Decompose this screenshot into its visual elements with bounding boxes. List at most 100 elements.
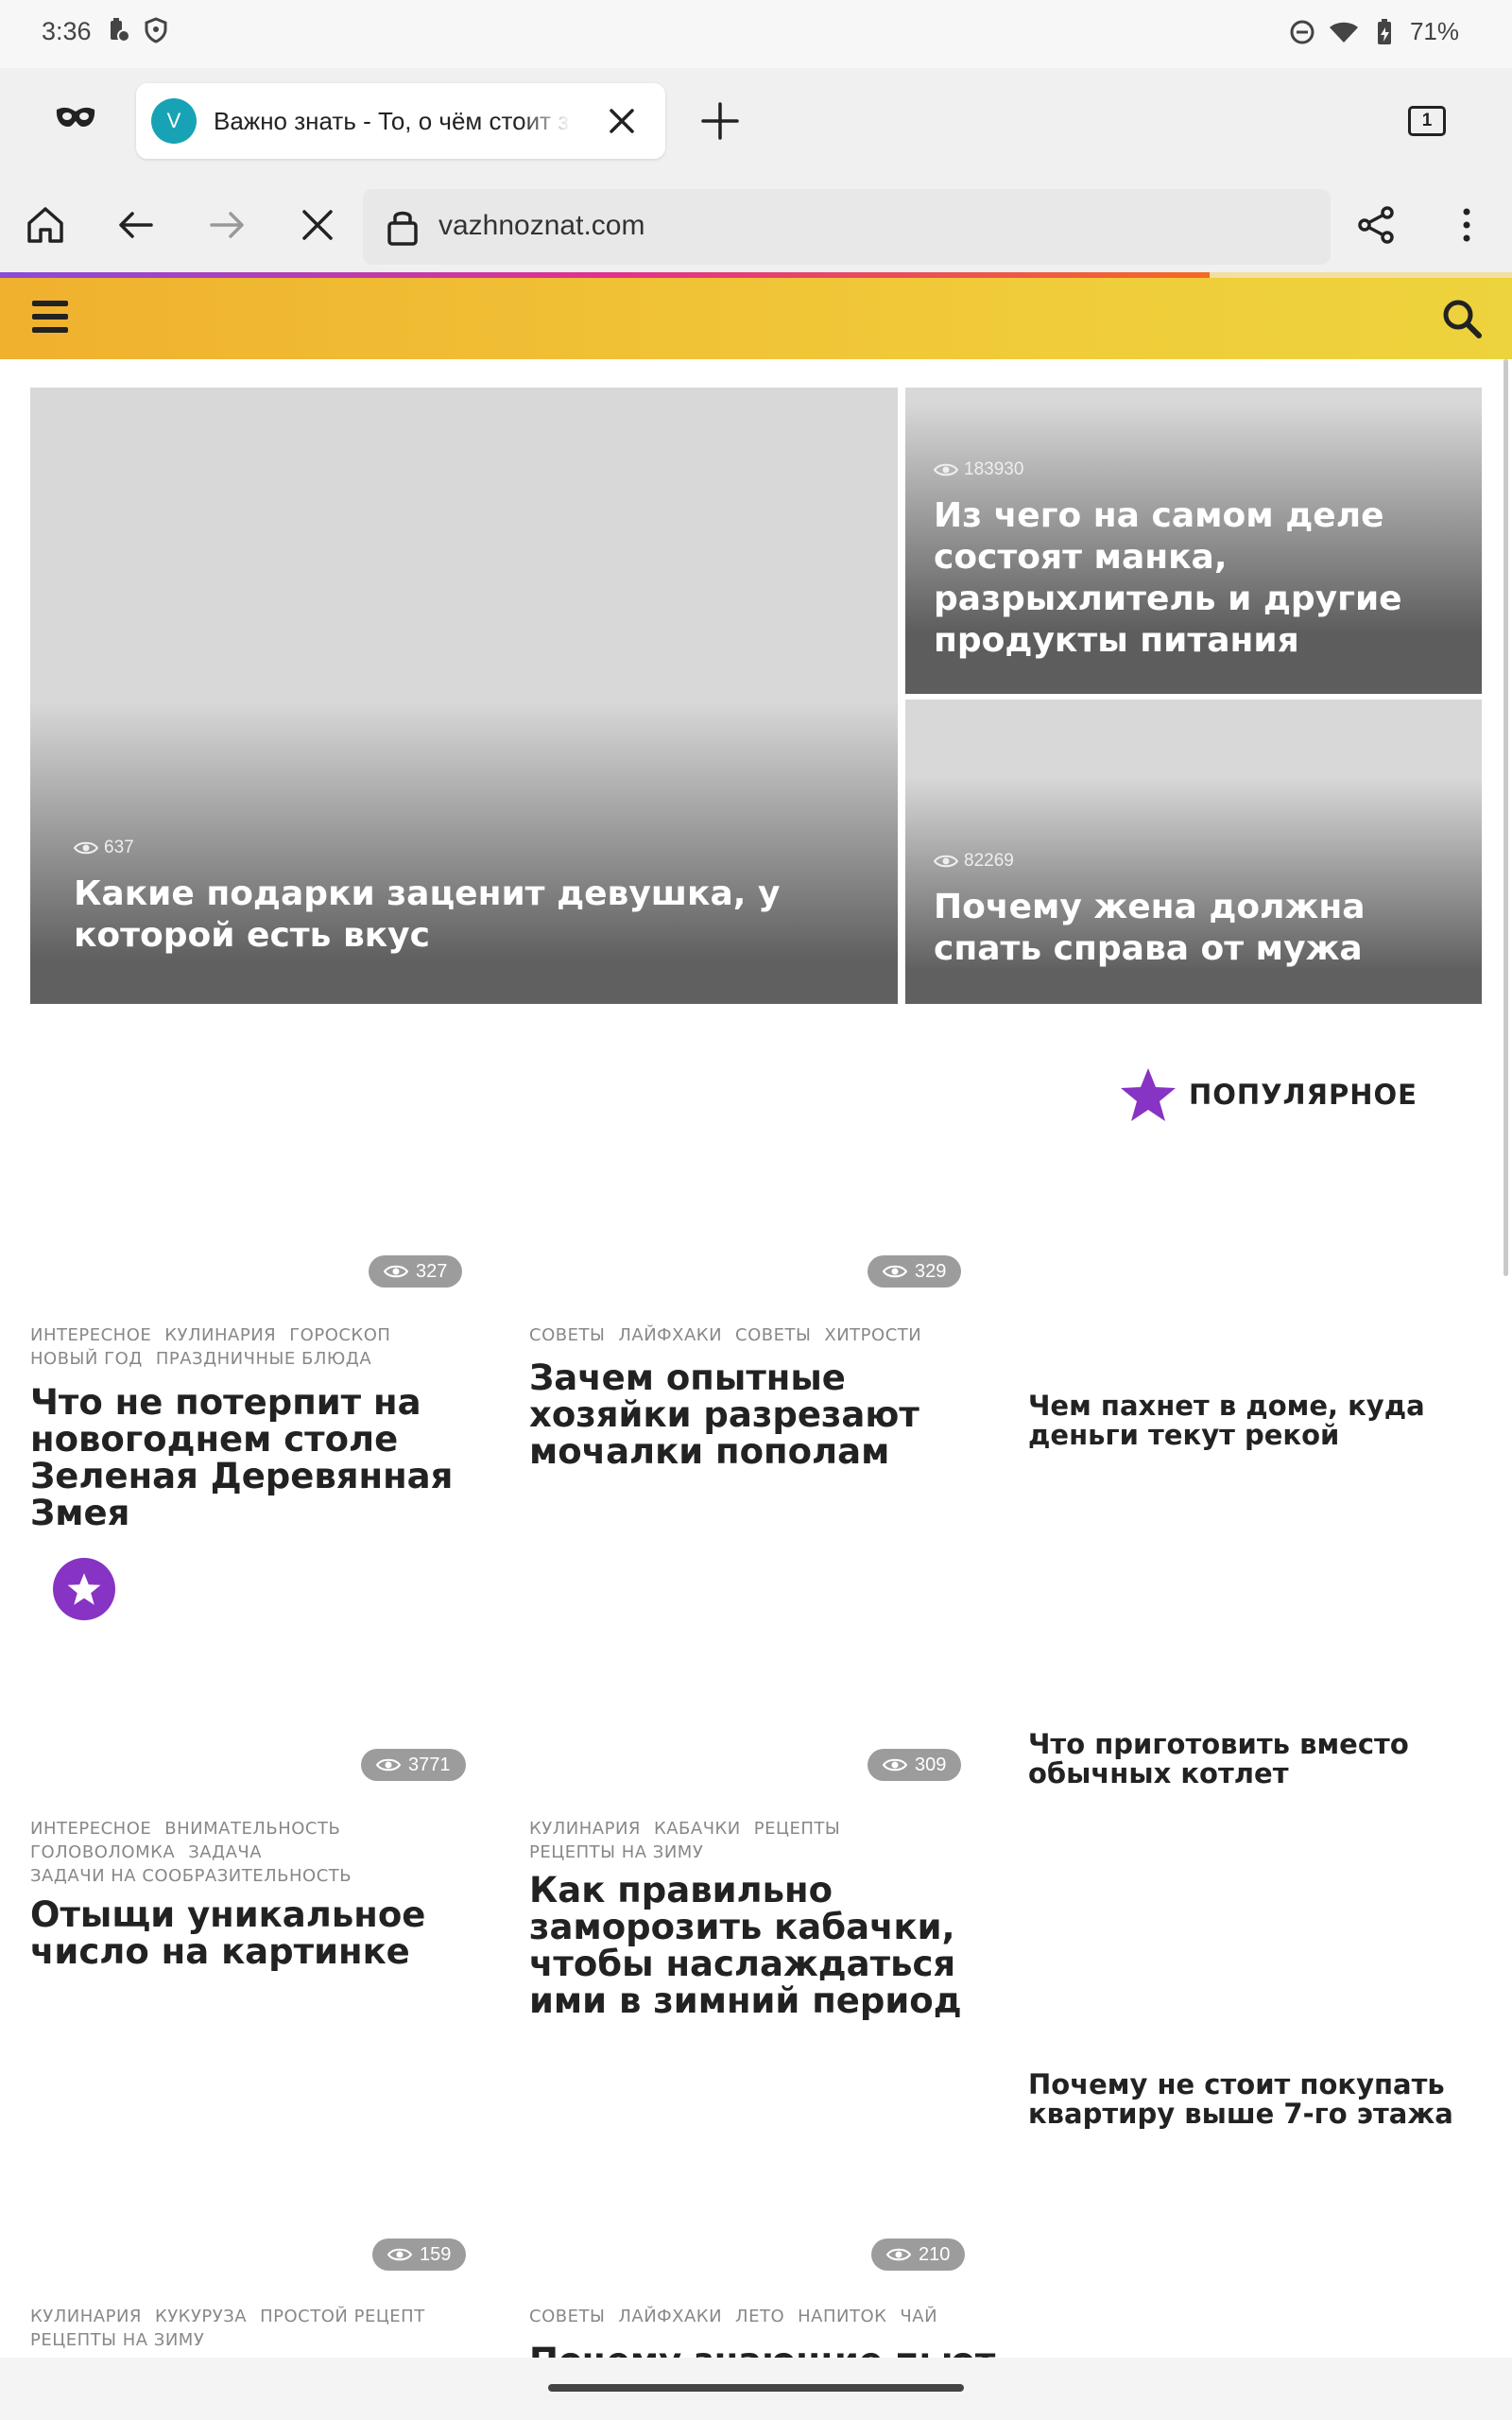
tag-link[interactable]: Задача	[188, 1841, 262, 1864]
eye-icon	[883, 1758, 907, 1772]
eye-icon	[934, 463, 958, 476]
tag-link[interactable]: Простой рецепт	[260, 2305, 425, 2328]
hero-title[interactable]: Из чего на самом деле состоят манка, раз…	[934, 495, 1463, 662]
hero-main[interactable]: 637 Какие подарки заценит девушка, у кот…	[30, 388, 898, 1004]
eye-icon	[934, 855, 958, 868]
tag-link[interactable]: Кулинария	[164, 1323, 276, 1347]
tag-link[interactable]: Лайфхаки	[618, 1323, 722, 1347]
tag-list: Советы Лайфхаки Лето Напиток Чай	[529, 2305, 992, 2328]
views-badge: 210	[871, 2238, 966, 2271]
search-icon[interactable]	[1440, 297, 1484, 340]
status-bar: 3:36 71%	[0, 0, 1512, 68]
popular-item[interactable]: Почему не стоит покупать квартиру выше 7…	[1028, 2070, 1463, 2129]
popular-item[interactable]: Чем пахнет в доме, куда деньги текут рек…	[1028, 1392, 1463, 1450]
views-badge: 327	[369, 1255, 463, 1288]
hero-top-right[interactable]: 183930 Из чего на самом деле состоят ман…	[905, 388, 1482, 694]
eye-icon	[74, 841, 98, 855]
hero-title[interactable]: Какие подарки заценит девушка, у которой…	[74, 873, 830, 957]
star-icon	[67, 1573, 101, 1605]
tag-link[interactable]: Лето	[735, 2305, 784, 2328]
forward-arrow-icon[interactable]	[206, 204, 248, 246]
eye-icon	[384, 1265, 408, 1278]
tag-link[interactable]: Напиток	[798, 2305, 886, 2328]
private-mask-icon[interactable]	[55, 104, 96, 130]
close-tab-icon[interactable]	[605, 104, 639, 138]
site-header	[0, 278, 1512, 359]
tag-link[interactable]: Кабачки	[654, 1817, 741, 1841]
scrollbar-thumb[interactable]	[1503, 359, 1508, 1276]
tag-link[interactable]: Новый год	[30, 1347, 143, 1371]
home-gesture-handle[interactable]	[548, 2384, 964, 2392]
lock-icon[interactable]	[386, 206, 420, 248]
eye-icon	[886, 2248, 911, 2261]
popular-label: ПОПУЛЯРНОЕ	[1189, 1079, 1418, 1111]
tab-switcher-button[interactable]: 1	[1408, 106, 1446, 136]
tag-link[interactable]: Праздничные блюда	[156, 1347, 371, 1371]
hamburger-menu-icon[interactable]	[32, 301, 68, 333]
article-title[interactable]: Отыщи уникальное число на картинке	[30, 1896, 503, 1970]
tag-link[interactable]: Хитрости	[824, 1323, 921, 1347]
tag-link[interactable]: Советы	[735, 1323, 811, 1347]
views-badge: 329	[868, 1255, 962, 1288]
shield-icon	[145, 17, 167, 43]
new-tab-icon[interactable]	[699, 100, 741, 142]
views-badge: 159	[372, 2238, 467, 2271]
eye-icon	[387, 2248, 412, 2261]
home-icon[interactable]	[25, 204, 66, 246]
article-title[interactable]: Зачем опытные хозяйки разрезают мочалки …	[529, 1359, 1002, 1470]
eye-icon	[376, 1758, 401, 1772]
tag-link[interactable]: Кулинария	[30, 2305, 142, 2328]
article-title[interactable]: Что не потерпит на новогоднем столе Зеле…	[30, 1384, 503, 1531]
browser-toolbar: vazhnoznat.com	[0, 174, 1512, 274]
tag-link[interactable]: Рецепты на зиму	[30, 2328, 204, 2352]
url-bar[interactable]: vazhnoznat.com	[363, 189, 1331, 265]
hero-bottom-right[interactable]: 82269 Почему жена должна спать справа от…	[905, 700, 1482, 1004]
hero-views-count: 637	[104, 838, 134, 857]
views-badge: 3771	[361, 1749, 466, 1781]
star-icon	[1121, 1068, 1176, 1121]
hero-title[interactable]: Почему жена должна спать справа от мужа	[934, 887, 1463, 970]
tag-link[interactable]: Кукуруза	[155, 2305, 247, 2328]
popular-item[interactable]: Что приготовить вместо обычных котлет	[1028, 1730, 1463, 1789]
tag-link[interactable]: Рецепты на зиму	[529, 1841, 703, 1864]
active-tab[interactable]: V Важно знать - То, о чём стоит знать	[136, 83, 665, 159]
views-badge: 309	[868, 1749, 962, 1781]
hero-views-count: 183930	[964, 459, 1024, 479]
tag-link[interactable]: Интересное	[30, 1323, 151, 1347]
favorite-button[interactable]	[53, 1558, 115, 1620]
tag-link[interactable]: Интересное	[30, 1817, 151, 1841]
tag-link[interactable]: Лайфхаки	[618, 2305, 722, 2328]
tag-link[interactable]: Задачи на сообразительность	[30, 1864, 352, 1888]
share-icon[interactable]	[1355, 204, 1397, 246]
hero-views-count: 82269	[964, 851, 1014, 871]
battery-level: 71%	[1409, 17, 1459, 45]
tag-list: Советы Лайфхаки Советы Хитрости	[529, 1323, 992, 1347]
tag-link[interactable]: Чай	[900, 2305, 937, 2328]
tag-link[interactable]: Рецепты	[754, 1817, 841, 1841]
battery-icon	[1377, 18, 1391, 44]
tag-link[interactable]: Кулинария	[529, 1817, 641, 1841]
article-title[interactable]: Как правильно заморозить кабачки, чтобы …	[529, 1872, 1002, 2019]
popular-heading: ПОПУЛЯРНОЕ	[1119, 1066, 1418, 1123]
tag-link[interactable]: Советы	[529, 1323, 605, 1347]
tag-list: Интересное Кулинария Гороскоп Новый год Праз…	[30, 1323, 493, 1371]
tab-title: Важно знать - То, о чём стоит знать	[214, 106, 571, 135]
more-menu-icon[interactable]	[1446, 204, 1487, 246]
tag-list: Интересное ВнимательностьГоловоломка Задач…	[30, 1817, 493, 1888]
do-not-disturb-icon	[1290, 20, 1314, 43]
tag-link[interactable]: Гороскоп	[289, 1323, 390, 1347]
tab-favicon: V	[151, 98, 197, 144]
stop-loading-icon[interactable]	[297, 204, 338, 246]
tag-list: Кулинария Кабачки Рецепты Рецепты на зиму	[529, 1817, 992, 1864]
wifi-icon	[1329, 22, 1358, 43]
tag-list: Кулинария Кукуруза Простой рецепт Рецепты н…	[30, 2305, 493, 2352]
tag-link[interactable]: Внимательность	[164, 1817, 340, 1841]
system-nav-bar	[0, 2358, 1512, 2420]
back-arrow-icon[interactable]	[115, 204, 157, 246]
battery-saver-icon	[111, 18, 130, 43]
tab-bar: V Важно знать - То, о чём стоит знать 1	[0, 68, 1512, 174]
url-text[interactable]: vazhnoznat.com	[438, 210, 644, 242]
tag-link[interactable]: Советы	[529, 2305, 605, 2328]
tag-link[interactable]: Головоломка	[30, 1841, 175, 1864]
status-time: 3:36	[42, 17, 92, 45]
